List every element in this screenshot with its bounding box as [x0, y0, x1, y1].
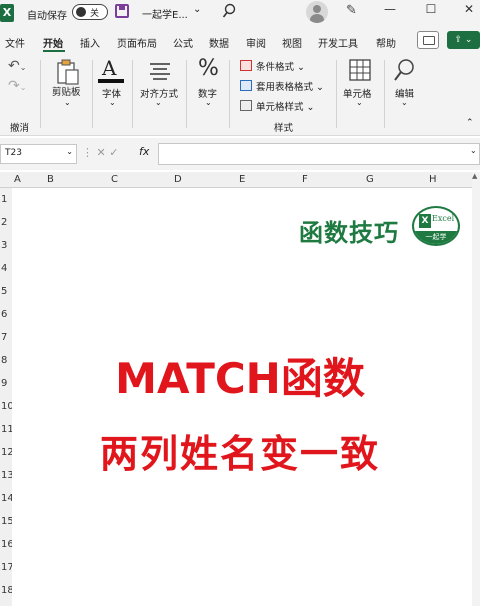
- tab-developer[interactable]: 开发工具: [318, 35, 358, 50]
- insert-function-button[interactable]: fx: [139, 145, 149, 158]
- autosave-toggle[interactable]: 关: [72, 4, 108, 20]
- row-header[interactable]: 7: [1, 332, 7, 343]
- tab-view[interactable]: 视图: [282, 35, 302, 50]
- percent-icon[interactable]: %: [198, 56, 219, 81]
- cell-style-icon: [240, 100, 252, 111]
- row-header[interactable]: 4: [1, 263, 7, 274]
- row-header[interactable]: 3: [1, 240, 7, 251]
- save-icon[interactable]: [115, 4, 129, 18]
- ribbon-divider: [186, 60, 187, 128]
- column-header[interactable]: B: [47, 174, 54, 185]
- tab-review[interactable]: 审阅: [246, 35, 266, 50]
- chevron-down-icon[interactable]: ⌄: [401, 98, 408, 107]
- headline-main: MATCH函数: [115, 354, 365, 403]
- brand-title: 函数技巧: [299, 219, 399, 247]
- tab-page-layout[interactable]: 页面布局: [117, 35, 157, 50]
- ribbon-divider: [336, 60, 337, 128]
- ribbon-divider: [229, 60, 230, 128]
- scroll-up-icon[interactable]: ▲: [472, 172, 477, 180]
- avatar[interactable]: [306, 1, 328, 23]
- autosave-state: 关: [90, 9, 100, 19]
- alignment-icon[interactable]: [148, 62, 172, 80]
- table-format-button[interactable]: 套用表格格式 ⌄: [256, 79, 324, 93]
- tab-file[interactable]: 文件: [5, 35, 25, 50]
- row-header[interactable]: 6: [1, 309, 7, 320]
- ribbon-divider: [132, 60, 133, 128]
- chevron-down-icon[interactable]: ⌄: [193, 4, 201, 15]
- tab-formulas[interactable]: 公式: [173, 35, 193, 50]
- minimize-button[interactable]: —: [380, 2, 400, 20]
- tab-insert[interactable]: 插入: [80, 35, 100, 50]
- ribbon-divider: [92, 60, 93, 128]
- chevron-down-icon[interactable]: ⌄: [64, 98, 71, 107]
- clipboard-button[interactable]: 剪贴板: [52, 84, 81, 98]
- toggle-knob: [76, 7, 86, 17]
- tab-data[interactable]: 数据: [209, 35, 229, 50]
- font-icon[interactable]: A: [102, 56, 116, 80]
- excel-logo-icon: X: [0, 4, 14, 22]
- ribbon-divider: [384, 60, 385, 128]
- title-bar: X 自动保存 关 一起学E... ⌄ ✎ — ☐ ✕: [0, 0, 480, 28]
- ribbon: ↶⌄ ↷⌄ 撤消 剪贴板 ⌄ A 字体 ⌄ 对齐方式 ⌄ % 数字 ⌄ 条件格式…: [0, 54, 480, 136]
- column-header[interactable]: F: [302, 174, 308, 185]
- find-icon[interactable]: [392, 58, 416, 84]
- tab-home[interactable]: 开始: [43, 35, 63, 50]
- table-format-icon: [240, 80, 252, 91]
- chevron-down-icon[interactable]: ⌄: [66, 147, 73, 156]
- column-header[interactable]: A: [14, 174, 21, 185]
- styles-group-label: 样式: [274, 123, 294, 134]
- chevron-down-icon[interactable]: ⌄: [205, 98, 212, 107]
- tab-help[interactable]: 帮助: [376, 35, 396, 50]
- cells-icon[interactable]: [348, 58, 372, 82]
- document-title[interactable]: 一起学E...: [142, 6, 188, 21]
- ribbon-divider: [40, 60, 41, 128]
- column-header[interactable]: G: [366, 174, 374, 185]
- row-header[interactable]: 5: [1, 286, 7, 297]
- chevron-down-icon[interactable]: ⌄: [109, 98, 116, 107]
- undo-group-label: 撤消: [10, 123, 30, 134]
- maximize-button[interactable]: ☐: [421, 2, 441, 20]
- autosave-label: 自动保存: [27, 11, 67, 22]
- comments-button[interactable]: [417, 31, 439, 49]
- share-button[interactable]: ⇪ ⌄: [447, 31, 480, 49]
- badge-text: Excel: [432, 214, 455, 223]
- chevron-down-icon[interactable]: ⌄: [155, 98, 162, 107]
- expand-formula-icon[interactable]: ⌄: [470, 146, 477, 155]
- cancel-confirm-icons[interactable]: ⋮ ✕ ✓: [82, 146, 118, 159]
- active-tab-indicator: [43, 50, 65, 52]
- menu-bar: 文件 开始 插入 页面布局 公式 数据 审阅 视图 开发工具 帮助 ⇪ ⌄: [0, 28, 480, 54]
- redo-icon[interactable]: ↷⌄: [8, 78, 26, 94]
- search-icon[interactable]: [222, 3, 236, 19]
- conditional-format-icon: [240, 60, 252, 71]
- column-header[interactable]: E: [239, 174, 245, 185]
- row-header[interactable]: 2: [1, 217, 7, 228]
- font-color-bar: [98, 79, 124, 83]
- chevron-down-icon[interactable]: ⌄: [356, 98, 363, 107]
- undo-icon[interactable]: ↶⌄: [8, 58, 26, 74]
- close-button[interactable]: ✕: [459, 2, 479, 20]
- badge-x: X: [419, 214, 431, 228]
- excel-badge-logo: X Excel 一起学: [412, 206, 460, 246]
- collapse-ribbon-icon[interactable]: ⌃: [466, 118, 474, 128]
- cell-style-button[interactable]: 单元格样式 ⌄: [256, 99, 315, 113]
- pen-icon[interactable]: ✎: [346, 3, 357, 18]
- column-header[interactable]: H: [429, 174, 437, 185]
- column-header[interactable]: D: [174, 174, 182, 185]
- conditional-format-button[interactable]: 条件格式 ⌄: [256, 59, 305, 73]
- badge-bottom: 一起学: [414, 231, 458, 244]
- row-header[interactable]: 1: [1, 194, 7, 205]
- headline-sub: 两列姓名变一致: [99, 432, 380, 476]
- paste-icon[interactable]: [55, 58, 81, 86]
- formula-input[interactable]: [158, 143, 480, 165]
- name-box[interactable]: T23 ⌄: [0, 144, 77, 164]
- column-header[interactable]: C: [111, 174, 118, 185]
- column-headers: A B C D E F G H: [0, 172, 472, 188]
- formula-bar: T23 ⌄ ⋮ ✕ ✓ fx ⌄: [0, 138, 480, 170]
